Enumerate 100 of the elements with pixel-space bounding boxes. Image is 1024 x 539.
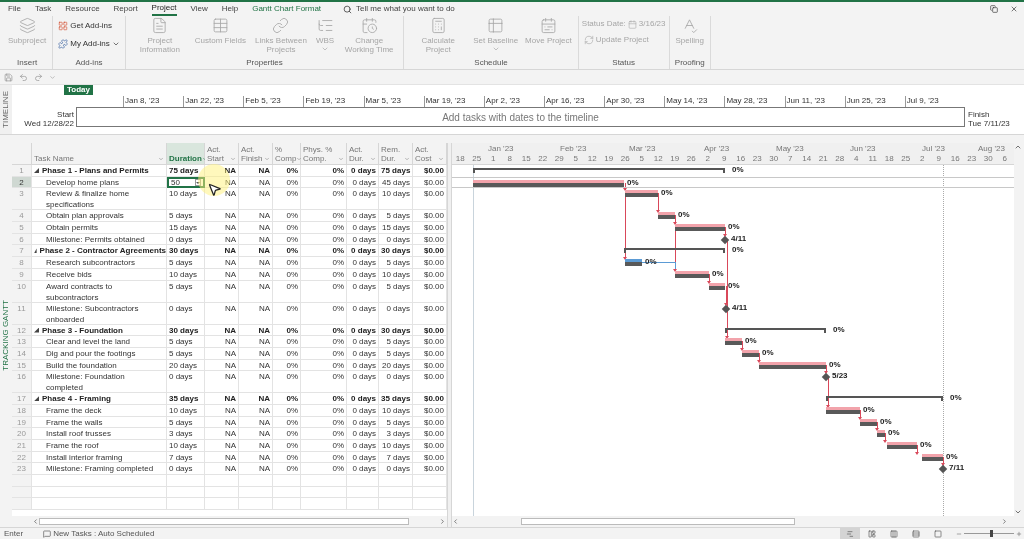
scroll-thumb[interactable]: [39, 518, 409, 525]
row-number[interactable]: 10: [12, 280, 32, 303]
table-cell: 0%: [301, 176, 347, 189]
ribbon-tab[interactable]: Gantt Chart Format: [252, 2, 322, 16]
scroll-up-icon[interactable]: [1014, 143, 1022, 151]
scroll-down-icon[interactable]: [1014, 508, 1022, 516]
month-label: Mar '23: [629, 144, 656, 154]
close-icon[interactable]: [1010, 5, 1018, 13]
row-number[interactable]: 1: [12, 165, 32, 177]
task-bar[interactable]: [473, 179, 624, 187]
collapse-icon[interactable]: [34, 168, 39, 173]
bar-label: 7/11: [949, 463, 965, 474]
zoom-thumb[interactable]: [990, 530, 993, 537]
column-header[interactable]: Act. Start: [205, 143, 239, 165]
task-bar[interactable]: [826, 406, 860, 414]
table-cell: 0 days: [167, 463, 205, 476]
scroll-left-icon[interactable]: [32, 518, 39, 525]
task-bar[interactable]: [658, 212, 675, 220]
summary-bar[interactable]: [473, 168, 725, 173]
restore-icon[interactable]: [990, 5, 998, 13]
row-number[interactable]: 13: [12, 336, 32, 348]
ribbon-button[interactable]: My Add-ins: [56, 36, 122, 52]
new-tasks-mode[interactable]: New Tasks : Auto Scheduled: [53, 527, 155, 539]
spinner-icon[interactable]: [195, 178, 201, 186]
week-label: 30: [982, 154, 994, 164]
task-bar[interactable]: [625, 259, 642, 267]
column-header[interactable]: Act. Dur.: [347, 143, 379, 165]
row-number[interactable]: 4: [12, 210, 32, 223]
row-number[interactable]: 17: [12, 393, 32, 405]
table-cell: 0%: [273, 347, 301, 360]
save-icon[interactable]: [4, 72, 13, 82]
ribbon-button[interactable]: Get Add-ins: [56, 18, 122, 34]
table-cell: 0%: [273, 428, 301, 440]
ribbon-tab[interactable]: Report: [113, 2, 138, 16]
week-label: 18: [883, 154, 895, 164]
row-number[interactable]: 23: [12, 463, 32, 476]
column-header[interactable]: Duration: [167, 143, 205, 165]
table-cell: 0 days: [347, 359, 379, 372]
column-header[interactable]: Act. Finish: [239, 143, 273, 165]
summary-bar[interactable]: [826, 396, 943, 402]
ribbon-tab[interactable]: File: [8, 2, 21, 16]
column-header[interactable]: Task Name: [32, 143, 167, 165]
row-number[interactable]: 16: [12, 371, 32, 394]
column-header[interactable]: Act. Cost: [413, 143, 447, 165]
task-bar[interactable]: [675, 270, 709, 278]
task-bar[interactable]: [675, 224, 725, 232]
task-bar[interactable]: [709, 282, 725, 290]
summary-bar[interactable]: [725, 327, 826, 333]
zoom-in-icon[interactable]: [1016, 530, 1022, 537]
timeline-bar[interactable]: Add tasks with dates to the timeline: [76, 107, 965, 127]
view-button[interactable]: [840, 528, 860, 539]
filter-icon[interactable]: [201, 156, 208, 162]
task-bar[interactable]: [887, 442, 917, 449]
week-label: 28: [834, 154, 846, 164]
summary-bar[interactable]: [624, 248, 725, 254]
milestone-icon[interactable]: [821, 373, 831, 382]
redo-icon[interactable]: [34, 72, 43, 82]
table-cell: NA: [205, 371, 239, 394]
table-cell: 10 days: [167, 188, 205, 211]
column-header[interactable]: Phys. % Comp.: [301, 143, 347, 165]
scroll-thumb[interactable]: [521, 518, 795, 525]
row-number[interactable]: 20: [12, 428, 32, 440]
task-bar[interactable]: [860, 418, 877, 426]
milestone-icon[interactable]: [721, 304, 731, 313]
link-line: [826, 364, 827, 372]
zoom-slider[interactable]: [964, 530, 1014, 537]
ribbon-tab[interactable]: View: [190, 2, 208, 16]
filter-icon[interactable]: [296, 156, 303, 162]
collapse-icon[interactable]: [34, 327, 39, 333]
row-number[interactable]: 11: [12, 302, 32, 325]
task-bar[interactable]: [742, 349, 759, 357]
scroll-left-icon[interactable]: [452, 518, 459, 525]
month-label: Apr '23: [704, 144, 730, 154]
ribbon-tab[interactable]: Task: [34, 2, 52, 16]
task-bar[interactable]: [725, 338, 742, 346]
scroll-right-icon[interactable]: [439, 518, 446, 525]
task-bar[interactable]: [759, 361, 826, 369]
week-label: 11: [867, 154, 878, 164]
row-number[interactable]: 21: [12, 440, 32, 452]
task-bar[interactable]: [625, 190, 658, 198]
column-header[interactable]: % Comp: [273, 143, 301, 165]
table-cell: 10 days: [167, 268, 205, 281]
row-number[interactable]: 8: [12, 257, 32, 269]
ribbon-tab[interactable]: Help: [221, 2, 239, 16]
task-bar[interactable]: [922, 453, 943, 461]
scroll-right-icon[interactable]: [1001, 518, 1008, 525]
collapse-icon[interactable]: [34, 396, 39, 402]
row-number[interactable]: 5: [12, 222, 32, 234]
undo-icon[interactable]: [19, 72, 28, 82]
milestone-icon[interactable]: [720, 235, 730, 244]
row-number[interactable]: 3: [12, 188, 32, 211]
search-field[interactable]: Tell me what you want to do: [343, 3, 497, 15]
table-cell: 0%: [273, 393, 301, 405]
milestone-icon[interactable]: [938, 465, 948, 474]
task-bar[interactable]: [877, 430, 885, 438]
column-header[interactable]: Rem. Dur.: [379, 143, 413, 165]
pointer-icon: [207, 182, 222, 197]
bar-label: 0%: [833, 324, 845, 335]
ribbon-tab[interactable]: Resource: [65, 2, 100, 16]
row-number[interactable]: 7: [12, 245, 32, 258]
